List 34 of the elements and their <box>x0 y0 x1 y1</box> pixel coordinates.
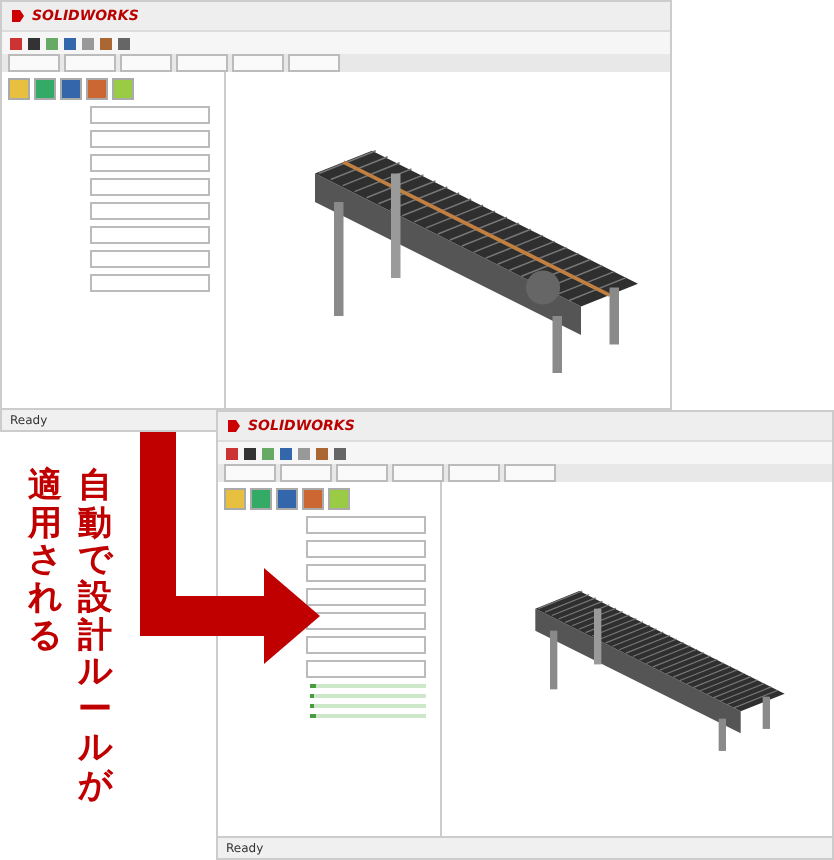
input-field[interactable] <box>90 130 210 148</box>
input-field[interactable] <box>306 636 426 654</box>
input-field[interactable] <box>90 178 210 196</box>
logo-icon <box>10 8 26 24</box>
command-tab[interactable] <box>504 464 556 482</box>
panel-tab[interactable] <box>224 488 246 510</box>
command-tab[interactable] <box>288 54 340 72</box>
input-field[interactable] <box>306 612 426 630</box>
panel-tab[interactable] <box>60 78 82 100</box>
command-tab[interactable] <box>448 464 500 482</box>
caption-text: 自動で設計ルールが <box>78 468 112 805</box>
input-field[interactable] <box>306 660 426 678</box>
input-field[interactable] <box>306 516 426 534</box>
panel-tab[interactable] <box>302 488 324 510</box>
caption-text: 適用される <box>28 468 62 660</box>
panel-tab[interactable] <box>328 488 350 510</box>
input-field[interactable] <box>90 274 210 292</box>
panel-tab[interactable] <box>34 78 56 100</box>
input-field[interactable] <box>90 202 210 220</box>
command-tab[interactable] <box>232 54 284 72</box>
input-field[interactable] <box>90 250 210 268</box>
input-field[interactable] <box>306 564 426 582</box>
input-field[interactable] <box>90 106 210 124</box>
input-field[interactable] <box>306 540 426 558</box>
input-field[interactable] <box>90 226 210 244</box>
panel-tab[interactable] <box>86 78 108 100</box>
panel-tab[interactable] <box>112 78 134 100</box>
panel-tab[interactable] <box>8 78 30 100</box>
input-field[interactable] <box>306 588 426 606</box>
command-tab[interactable] <box>176 54 228 72</box>
panel-tab[interactable] <box>276 488 298 510</box>
command-tab[interactable] <box>392 464 444 482</box>
input-field[interactable] <box>90 154 210 172</box>
panel-tab[interactable] <box>250 488 272 510</box>
